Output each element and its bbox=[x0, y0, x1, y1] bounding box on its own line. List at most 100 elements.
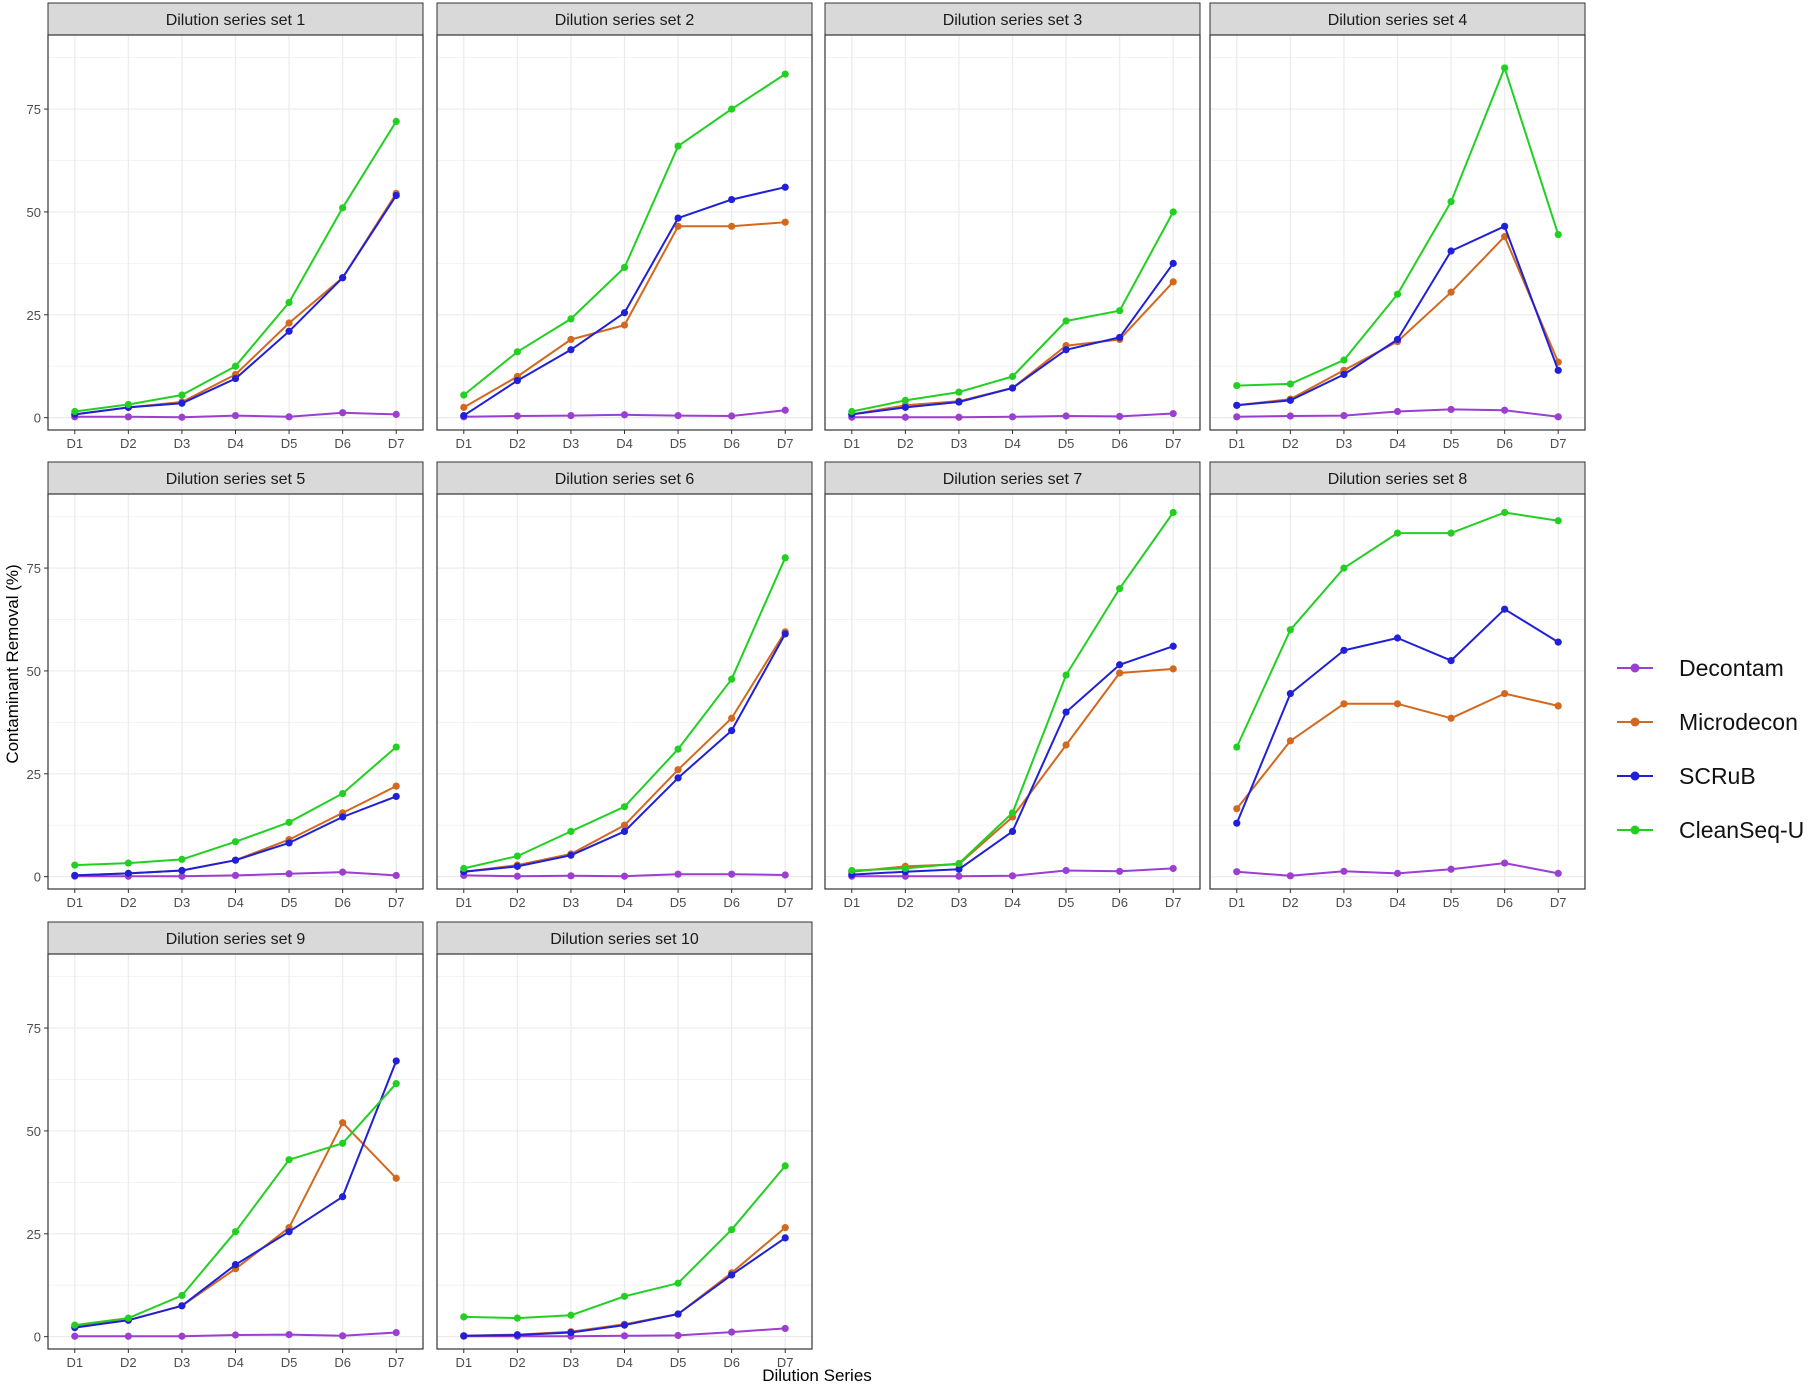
x-tick-label: D1 bbox=[455, 436, 472, 451]
data-point-scrub bbox=[1062, 346, 1070, 354]
data-point-scrub bbox=[1501, 222, 1509, 230]
data-point-cleanseq-u bbox=[781, 554, 789, 562]
data-point-scrub bbox=[339, 813, 347, 821]
data-point-decontam bbox=[674, 870, 682, 878]
data-point-scrub bbox=[1116, 661, 1124, 669]
data-point-scrub bbox=[339, 1193, 347, 1201]
data-point-scrub bbox=[674, 774, 682, 782]
data-point-microdecon bbox=[1340, 700, 1348, 708]
data-point-cleanseq-u bbox=[1169, 508, 1177, 517]
data-point-scrub bbox=[285, 1228, 293, 1236]
x-tick-label: D4 bbox=[227, 436, 244, 451]
x-tick-label: D5 bbox=[281, 895, 298, 910]
x-tick-label: D3 bbox=[563, 436, 580, 451]
data-point-decontam bbox=[955, 872, 963, 880]
data-point-cleanseq-u bbox=[460, 1313, 468, 1321]
data-point-cleanseq-u bbox=[728, 675, 736, 683]
data-point-scrub bbox=[728, 726, 736, 735]
data-point-decontam bbox=[231, 411, 240, 420]
x-tick-label: D5 bbox=[1443, 436, 1460, 451]
data-point-scrub bbox=[231, 1261, 240, 1269]
data-point-cleanseq-u bbox=[1554, 517, 1562, 525]
x-tick-label: D5 bbox=[670, 1355, 687, 1370]
data-point-scrub bbox=[620, 309, 629, 317]
facet-title: Dilution series set 4 bbox=[1328, 12, 1468, 29]
x-tick-label: D2 bbox=[509, 1355, 526, 1370]
data-point-cleanseq-u bbox=[955, 859, 963, 868]
x-tick-label: D1 bbox=[1228, 436, 1245, 451]
data-point-cleanseq-u bbox=[901, 864, 909, 873]
facet-title: Dilution series set 5 bbox=[166, 471, 306, 488]
x-tick-label: D6 bbox=[1496, 436, 1513, 451]
facet-title: Dilution series set 7 bbox=[943, 471, 1083, 488]
data-point-decontam bbox=[1169, 409, 1177, 418]
data-point-decontam bbox=[513, 872, 521, 880]
legend-key-point bbox=[1630, 771, 1640, 781]
data-point-microdecon bbox=[674, 766, 682, 774]
data-point-scrub bbox=[620, 827, 629, 835]
x-tick-label: D1 bbox=[66, 436, 83, 451]
data-point-decontam bbox=[620, 1332, 629, 1340]
data-point-decontam bbox=[1233, 868, 1241, 876]
data-point-scrub bbox=[728, 1271, 736, 1279]
data-point-scrub bbox=[71, 871, 79, 880]
data-point-cleanseq-u bbox=[1233, 381, 1241, 390]
data-point-cleanseq-u bbox=[567, 827, 575, 835]
x-tick-label: D7 bbox=[1165, 436, 1182, 451]
x-tick-label: D7 bbox=[1550, 895, 1567, 910]
data-point-cleanseq-u bbox=[392, 1080, 400, 1088]
data-point-cleanseq-u bbox=[124, 400, 132, 409]
x-tick-label: D7 bbox=[777, 1355, 794, 1370]
data-point-cleanseq-u bbox=[339, 204, 347, 212]
x-tick-label: D4 bbox=[227, 1355, 244, 1370]
x-tick-label: D4 bbox=[616, 436, 633, 451]
data-point-cleanseq-u bbox=[1286, 380, 1294, 388]
x-tick-label: D6 bbox=[334, 1355, 351, 1370]
facet-title: Dilution series set 6 bbox=[555, 471, 695, 488]
data-point-decontam bbox=[567, 411, 575, 420]
data-point-scrub bbox=[1062, 708, 1070, 716]
data-point-scrub bbox=[1008, 384, 1017, 392]
x-tick-label: D1 bbox=[66, 1355, 83, 1370]
x-tick-label: D1 bbox=[455, 895, 472, 910]
data-point-cleanseq-u bbox=[1062, 671, 1070, 679]
y-tick-label: 75 bbox=[27, 1021, 41, 1036]
data-point-cleanseq-u bbox=[1501, 64, 1509, 72]
data-point-decontam bbox=[178, 1332, 186, 1340]
legend: Decontam Microdecon SCRuB CleanSeq-U bbox=[1617, 655, 1804, 843]
data-point-cleanseq-u bbox=[392, 743, 400, 751]
legend-item: SCRuB bbox=[1617, 763, 1756, 789]
x-tick-label: D1 bbox=[66, 895, 83, 910]
data-point-microdecon bbox=[392, 1174, 400, 1182]
data-point-scrub bbox=[620, 1321, 629, 1329]
data-point-microdecon bbox=[1169, 278, 1177, 286]
facet-title: Dilution series set 8 bbox=[1328, 471, 1468, 488]
facet-panel: Dilution series set 9 0 25 50 75 D1 D2 D3 D4 D5 D6… bbox=[27, 921, 424, 1370]
data-point-scrub bbox=[1447, 247, 1455, 255]
data-point-microdecon bbox=[1447, 288, 1455, 296]
x-tick-label: D7 bbox=[388, 1355, 405, 1370]
data-point-cleanseq-u bbox=[674, 745, 682, 753]
data-point-scrub bbox=[567, 346, 575, 354]
data-point-decontam bbox=[178, 413, 186, 421]
facet-title: Dilution series set 1 bbox=[166, 12, 306, 29]
y-tick-label: 75 bbox=[27, 102, 41, 117]
data-point-cleanseq-u bbox=[674, 142, 682, 150]
y-tick-label: 0 bbox=[34, 411, 41, 426]
data-point-decontam bbox=[513, 412, 521, 420]
y-tick-label: 0 bbox=[34, 870, 41, 885]
data-point-decontam bbox=[1062, 866, 1070, 875]
data-point-decontam bbox=[1008, 872, 1017, 880]
x-tick-label: D3 bbox=[1336, 895, 1353, 910]
data-point-decontam bbox=[1501, 859, 1509, 867]
data-point-decontam bbox=[781, 1324, 789, 1333]
data-point-microdecon bbox=[1116, 669, 1124, 677]
data-point-microdecon bbox=[460, 403, 468, 411]
data-point-decontam bbox=[392, 1328, 400, 1337]
data-point-microdecon bbox=[1062, 741, 1070, 749]
data-point-decontam bbox=[124, 413, 132, 421]
data-point-cleanseq-u bbox=[1008, 372, 1017, 381]
data-point-decontam bbox=[392, 871, 400, 880]
data-point-cleanseq-u bbox=[392, 117, 400, 126]
data-point-decontam bbox=[231, 1331, 240, 1339]
